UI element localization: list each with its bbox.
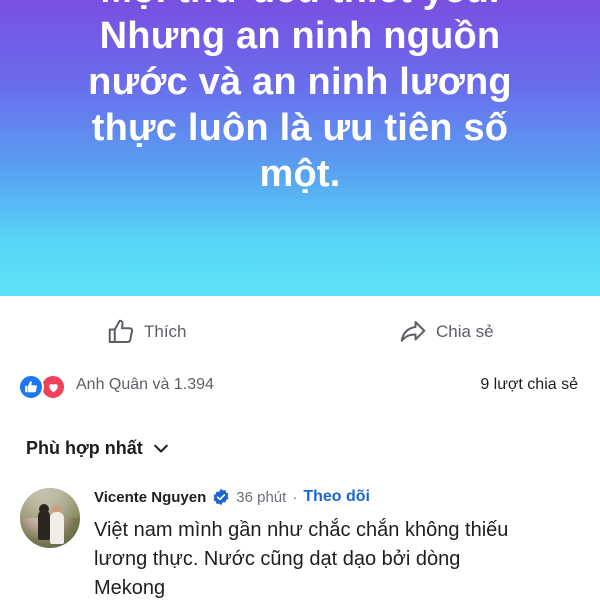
like-label: Thích [144,322,187,341]
thumbs-up-icon [106,317,144,347]
reaction-icons [18,374,72,400]
comment-time: 36 phút [236,488,287,506]
verified-badge-icon [212,488,230,506]
banner-text: Mọi thứ đều thiết yếu. Nhưng an ninh ngu… [0,0,600,197]
comment-author[interactable]: Vicente Nguyen [94,489,206,506]
banner-line: một. [259,153,341,195]
sort-label: Phù hợp nhất [26,438,143,458]
follow-button[interactable]: Theo dõi [303,488,370,506]
banner-line: Nhưng an ninh nguồn [99,15,501,57]
avatar[interactable] [20,488,80,548]
comment-item: Vicente Nguyen 36 phút · Theo dõi Việt n… [0,482,600,600]
comment-line: Mekong [94,577,166,599]
comment-text: Việt nam mình gần như chắc chắn không th… [94,516,574,600]
post-banner: Mọi thứ đều thiết yếu. Nhưng an ninh ngu… [0,0,600,296]
reactions-summary[interactable]: Anh Quân và 1.394 9 lượt chia sẻ [0,370,600,404]
like-button[interactable]: Thích [106,316,187,348]
reactors-text[interactable]: Anh Quân và 1.394 [76,376,214,394]
comment-header: Vicente Nguyen 36 phút · Theo dõi [94,488,370,506]
separator-dot: · [292,488,298,506]
banner-line: Mọi thứ đều thiết yếu. [0,0,600,13]
share-arrow-icon [398,317,436,347]
like-reaction-icon [18,374,44,400]
chevron-down-icon [143,439,171,459]
share-count[interactable]: 9 lượt chia sẻ [480,376,578,394]
share-label: Chia sẻ [436,322,494,341]
comment-line: lương thực. Nước cũng dạt dạo bởi dòng [94,548,461,570]
comment-line: Việt nam mình gần như chắc chắn không th… [94,519,509,541]
share-button[interactable]: Chia sẻ [398,316,494,348]
comment-sort-dropdown[interactable]: Phù hợp nhất [26,438,171,459]
post-actions-bar: Thích Chia sẻ [0,296,600,366]
banner-line: thực luôn là ưu tiên số [91,107,509,149]
banner-line: nước và an ninh lương [88,61,512,103]
